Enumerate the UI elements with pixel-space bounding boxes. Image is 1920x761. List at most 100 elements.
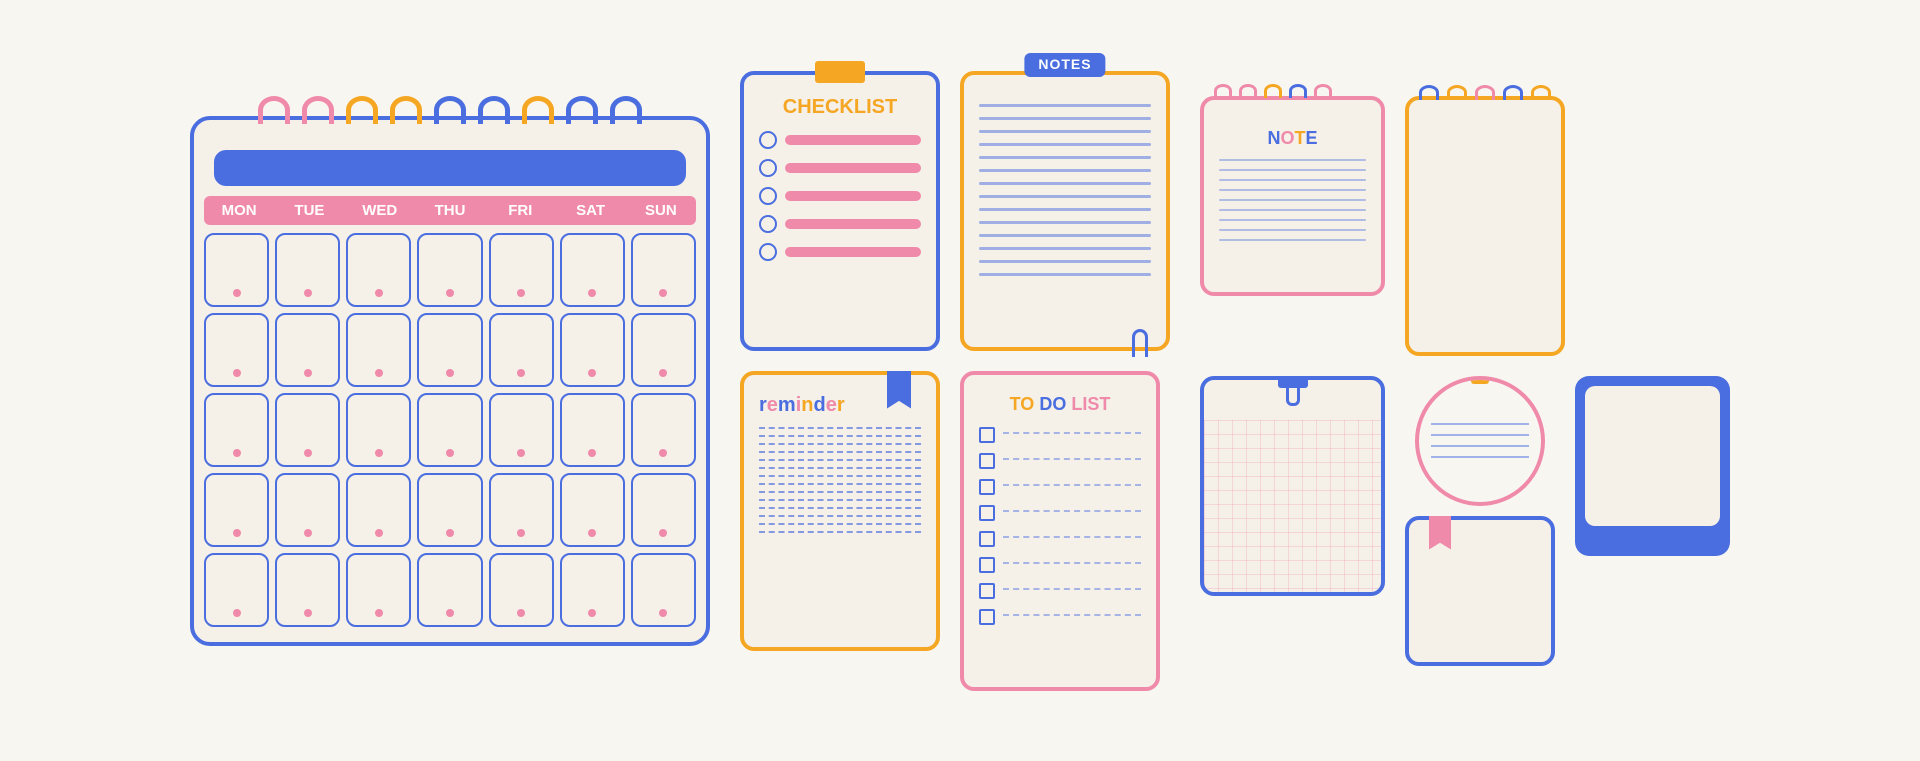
checklist-card: CHECKLIST	[740, 71, 940, 351]
ring-3	[346, 96, 378, 124]
calendar-cell	[346, 313, 411, 387]
circle-note-line	[1431, 434, 1529, 436]
calendar-days-header: MON TUE WED THU FRI SAT SUN	[204, 196, 696, 225]
ring-4	[390, 96, 422, 124]
calendar-cell	[275, 473, 340, 547]
checklist-item	[759, 187, 921, 205]
notes-line	[979, 104, 1151, 107]
note-line	[1219, 239, 1366, 241]
checklist-title: CHECKLIST	[759, 96, 921, 119]
binder-clip-icon	[1278, 376, 1308, 394]
sq-checkbox[interactable]	[979, 505, 995, 521]
day-sat: SAT	[555, 202, 625, 219]
reminder-line	[759, 483, 921, 485]
calendar-cell	[275, 553, 340, 627]
notes-title: NOTES	[1038, 56, 1091, 72]
calendar-cell	[346, 473, 411, 547]
calendar-cell	[204, 553, 269, 627]
ring-8	[566, 96, 598, 124]
reminder-line	[759, 427, 921, 429]
todo-line	[1003, 484, 1141, 486]
calendar-cell	[417, 233, 482, 307]
reminder-line	[759, 475, 921, 477]
sq-checkbox[interactable]	[979, 427, 995, 443]
check-line	[785, 163, 921, 173]
grid-notebook	[1200, 376, 1385, 596]
sn-ring-4	[1503, 85, 1523, 100]
spiral-ring-5	[1314, 84, 1332, 98]
bookmark-pink-icon	[1429, 516, 1451, 550]
middle-top: CHECKLIST NOTES	[740, 71, 1170, 351]
calendar-cell	[417, 393, 482, 467]
todo-items	[979, 427, 1141, 625]
check-line	[785, 135, 921, 145]
calendar-cell	[489, 233, 554, 307]
calendar-cell	[417, 473, 482, 547]
calendar-cell	[204, 313, 269, 387]
calendar-header-bar	[214, 150, 686, 186]
note-title: NOTE	[1219, 128, 1366, 149]
sq-checkbox[interactable]	[979, 557, 995, 573]
notes-line	[979, 234, 1151, 237]
checklist-item	[759, 215, 921, 233]
notes-line	[979, 260, 1151, 263]
todo-item	[979, 479, 1141, 495]
right-section: NOTE	[1200, 96, 1730, 666]
calendar-cell	[489, 473, 554, 547]
day-tue: TUE	[274, 202, 344, 219]
sq-checkbox[interactable]	[979, 583, 995, 599]
spiral-ring-2	[1239, 84, 1257, 98]
check-line	[785, 247, 921, 257]
circle-note	[1415, 376, 1545, 506]
todo-card: TO DO LIST	[960, 371, 1160, 691]
calendar-cell	[346, 393, 411, 467]
todo-line	[1003, 458, 1141, 460]
binder-clip-arm	[1286, 388, 1300, 406]
note-line	[1219, 189, 1366, 191]
notes-line	[979, 156, 1151, 159]
sq-checkbox[interactable]	[979, 531, 995, 547]
sn-ring-1	[1419, 85, 1439, 100]
calendar-cell	[489, 393, 554, 467]
todo-title: TO DO LIST	[979, 394, 1141, 415]
circle-checkbox[interactable]	[759, 131, 777, 149]
todo-item	[979, 427, 1141, 443]
calendar-cell	[204, 473, 269, 547]
reminder-line	[759, 451, 921, 453]
sq-checkbox[interactable]	[979, 479, 995, 495]
reminder-line	[759, 491, 921, 493]
calendar-cell	[275, 393, 340, 467]
note-spiral	[1214, 84, 1371, 98]
sq-checkbox[interactable]	[979, 453, 995, 469]
note-line	[1219, 219, 1366, 221]
calendar-cell	[560, 393, 625, 467]
calendar-cell	[631, 313, 696, 387]
circle-note-line	[1431, 423, 1529, 425]
todo-item	[979, 557, 1141, 573]
todo-item	[979, 505, 1141, 521]
calendar-cell	[346, 553, 411, 627]
calendar-grid	[194, 233, 706, 627]
notes-line	[979, 208, 1151, 211]
notes-line	[979, 117, 1151, 120]
notes-line	[979, 221, 1151, 224]
circle-checkbox[interactable]	[759, 159, 777, 177]
circle-checkbox[interactable]	[759, 187, 777, 205]
reminder-card: reminder	[740, 371, 940, 651]
main-container: MON TUE WED THU FRI SAT SUN CHECKLIST NO…	[150, 51, 1770, 711]
todo-item	[979, 531, 1141, 547]
middle-bottom: reminder TO DO LIST	[740, 371, 1170, 691]
circle-checkbox[interactable]	[759, 215, 777, 233]
circle-checkbox[interactable]	[759, 243, 777, 261]
ring-9	[610, 96, 642, 124]
checklist-item	[759, 131, 921, 149]
todo-item	[979, 609, 1141, 625]
calendar-cell	[560, 233, 625, 307]
calendar-cell	[204, 233, 269, 307]
note-line	[1219, 179, 1366, 181]
large-blue-card-inner	[1585, 386, 1720, 526]
grid-pattern	[1204, 420, 1381, 592]
sq-checkbox[interactable]	[979, 609, 995, 625]
calendar-cell	[489, 553, 554, 627]
ring-6	[478, 96, 510, 124]
